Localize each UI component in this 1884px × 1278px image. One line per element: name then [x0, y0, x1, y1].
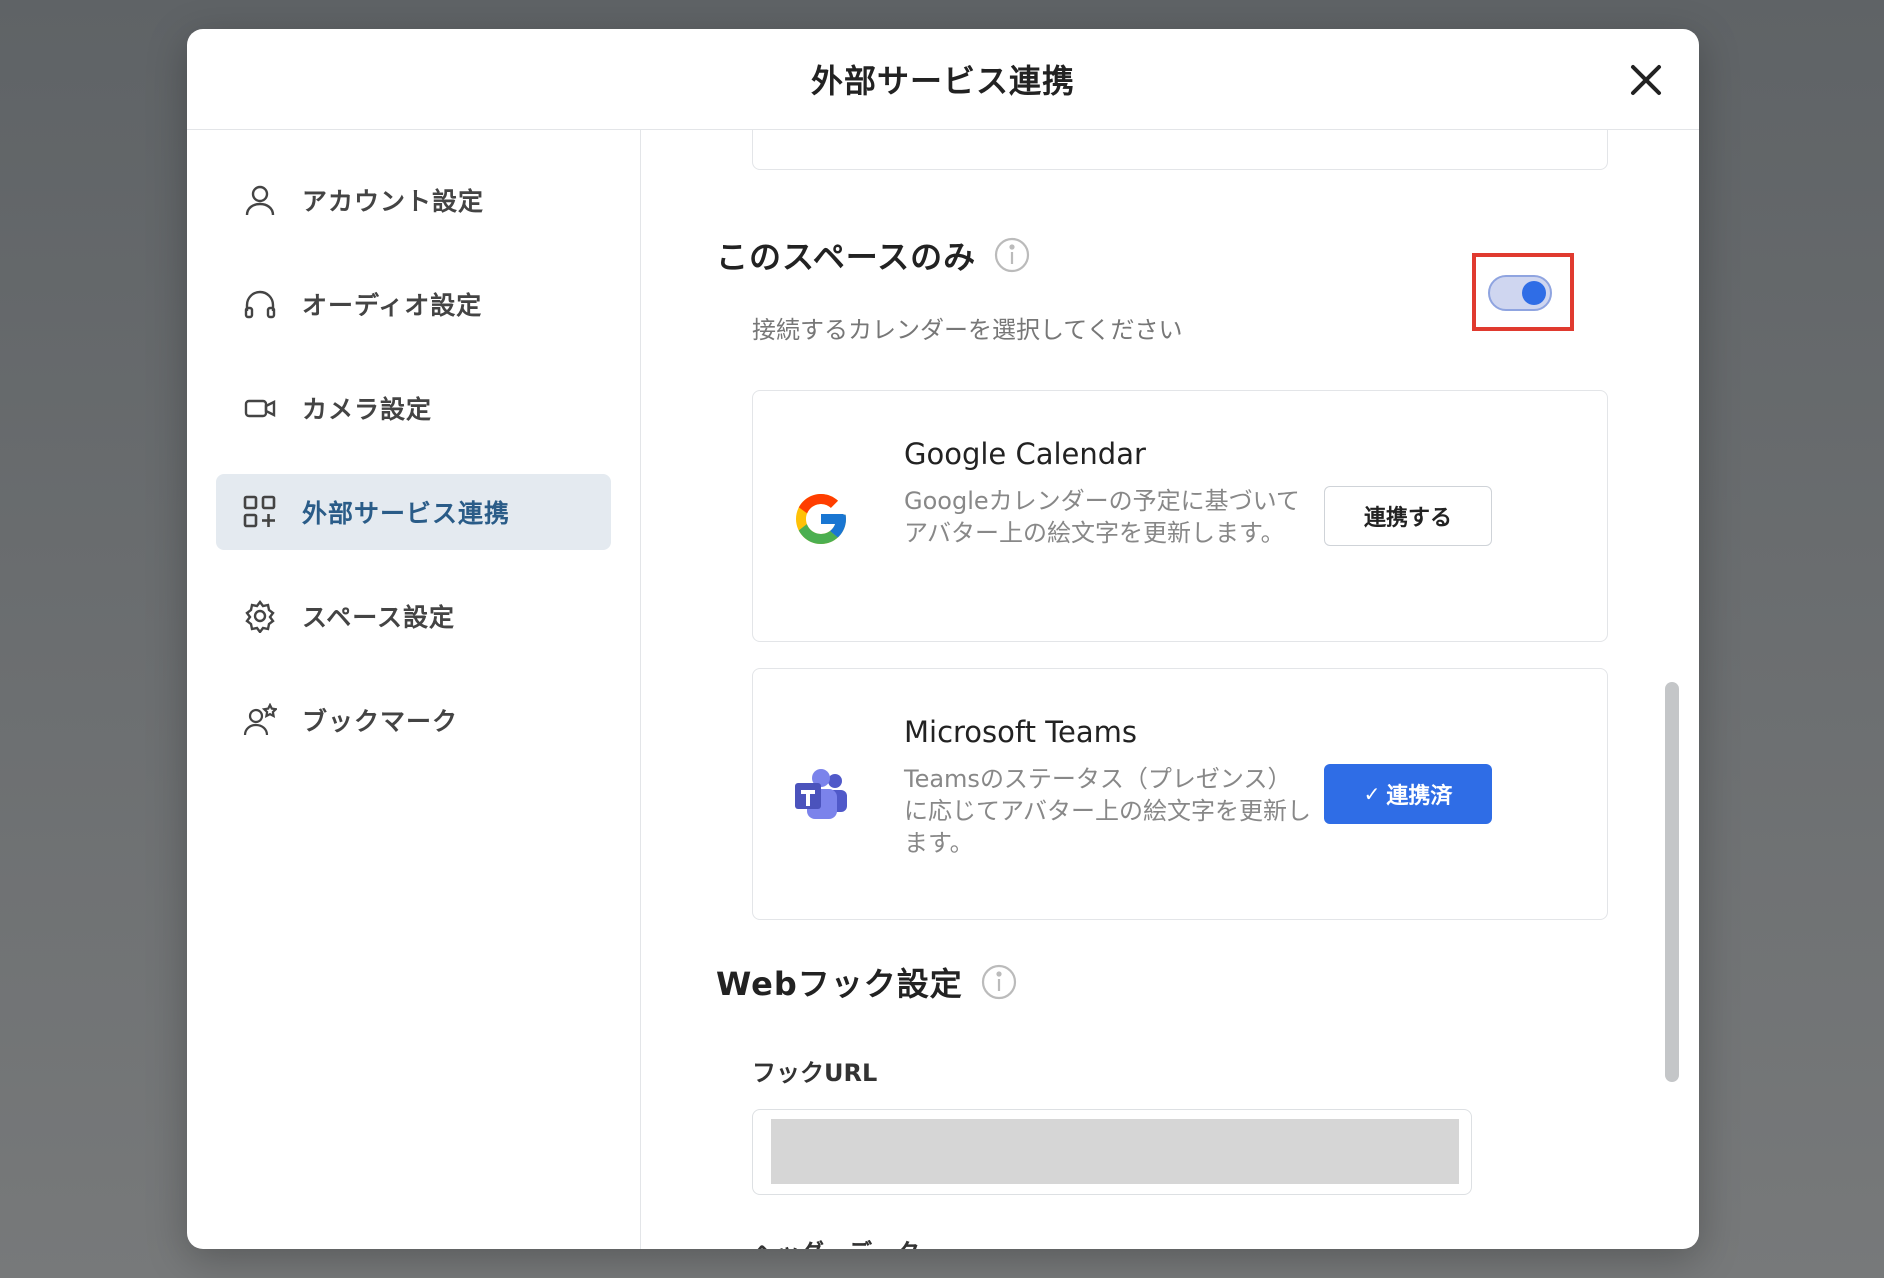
- service-description: Googleカレンダーの予定に基づいてアバター上の絵文字を更新します。: [904, 487, 1300, 547]
- scrollbar-thumb[interactable]: [1665, 682, 1679, 1082]
- service-name: Google Calendar: [904, 437, 1146, 471]
- settings-modal: 外部サービス連携 アカウント設定 オーディオ設定 カメラ設定 外部サービス連携 …: [187, 29, 1699, 1249]
- info-icon[interactable]: [994, 237, 1030, 273]
- connect-google-button[interactable]: 連携する: [1324, 486, 1492, 546]
- webhook-section-title: Webフック設定: [716, 959, 1017, 1005]
- toggle-knob: [1522, 281, 1546, 305]
- apps-add-icon: [242, 494, 278, 530]
- teams-connected-button[interactable]: ✓ 連携済: [1324, 764, 1492, 824]
- microsoft-teams-card: Microsoft Teams Teamsのステータス（プレゼンス）に応じてアバ…: [752, 668, 1608, 920]
- user-icon: [242, 182, 278, 218]
- modal-header: 外部サービス連携: [187, 29, 1699, 130]
- sidebar-item-account[interactable]: アカウント設定: [216, 162, 611, 238]
- close-icon: [1631, 65, 1661, 95]
- section-title-text: Webフック設定: [716, 965, 963, 1003]
- teams-logo-icon: [795, 769, 847, 819]
- sidebar-item-space[interactable]: スペース設定: [216, 578, 611, 654]
- close-button[interactable]: [1621, 55, 1671, 105]
- redacted-url-value: [771, 1119, 1459, 1184]
- header-data-label: ヘッダーデータ: [752, 1233, 920, 1249]
- hook-url-label: フックURL: [752, 1059, 878, 1087]
- sidebar-item-integrations[interactable]: 外部サービス連携: [216, 474, 611, 550]
- service-name: Microsoft Teams: [904, 715, 1137, 749]
- video-camera-icon: [242, 390, 278, 426]
- google-calendar-card: Google Calendar Googleカレンダーの予定に基づいてアバター上…: [752, 390, 1608, 642]
- sidebar-item-label: 外部サービス連携: [302, 499, 511, 528]
- button-label: 連携済: [1386, 784, 1453, 809]
- gear-icon: [242, 598, 278, 634]
- sidebar-item-label: オーディオ設定: [302, 291, 483, 320]
- space-only-toggle[interactable]: [1488, 275, 1552, 311]
- check-icon: ✓: [1363, 782, 1381, 806]
- previous-card: [752, 130, 1608, 170]
- section-title-text: このスペースのみ: [716, 238, 977, 276]
- service-description: Teamsのステータス（プレゼンス）に応じてアバター上の絵文字を更新します。: [904, 765, 1312, 857]
- modal-title: 外部サービス連携: [810, 62, 1075, 100]
- sidebar-item-label: ブックマーク: [302, 707, 459, 736]
- space-only-section-title: このスペースのみ: [716, 232, 1030, 278]
- sidebar-item-label: スペース設定: [302, 603, 456, 632]
- hook-url-input[interactable]: [752, 1109, 1472, 1195]
- sidebar-item-camera[interactable]: カメラ設定: [216, 370, 611, 446]
- space-only-subtitle: 接続するカレンダーを選択してください: [752, 316, 1183, 344]
- google-logo-icon: [796, 494, 846, 544]
- info-icon[interactable]: [981, 964, 1017, 1000]
- content-panel: このスペースのみ 接続するカレンダーを選択してください Google Calen…: [642, 130, 1699, 1249]
- sidebar-item-audio[interactable]: オーディオ設定: [216, 266, 611, 342]
- sidebar-item-bookmark[interactable]: ブックマーク: [216, 682, 611, 758]
- sidebar-item-label: カメラ設定: [302, 395, 433, 424]
- user-star-icon: [242, 702, 278, 738]
- headphones-icon: [242, 286, 278, 322]
- sidebar: アカウント設定 オーディオ設定 カメラ設定 外部サービス連携 スペース設定 ブッ…: [187, 130, 641, 1249]
- sidebar-item-label: アカウント設定: [302, 187, 485, 216]
